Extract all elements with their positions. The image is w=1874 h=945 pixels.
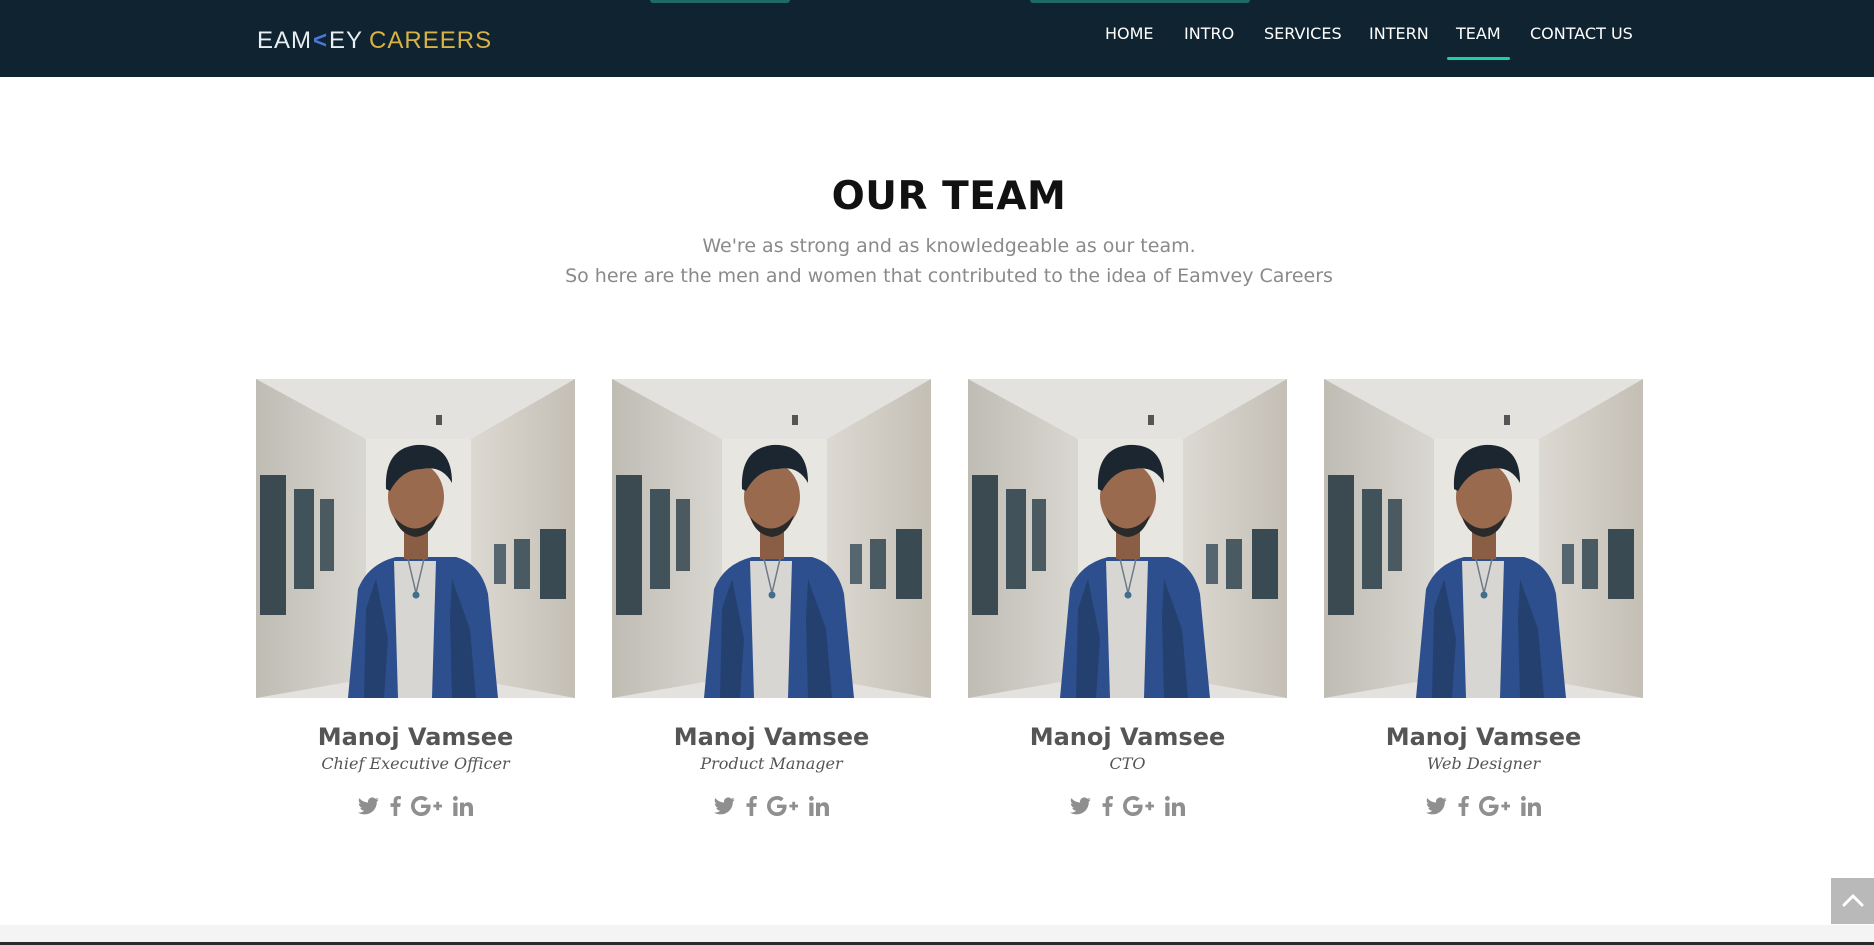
logo-text: EA [257,27,292,54]
top-navbar: EA M < EY CAREERS HOME INTRO SERVICES IN… [0,0,1874,77]
team-member-photo [256,379,575,698]
team-member-name: Manoj Vamsee [1385,723,1582,751]
team-member-role: Chief Executive Officer [321,754,510,773]
section-subtitle: So here are the men and women that contr… [565,265,1333,287]
team-member-name: Manoj Vamsee [1029,723,1226,751]
team-member-role: Web Designer [1426,754,1541,773]
nav-intro[interactable]: INTRO [1184,24,1234,48]
scroll-to-top-button[interactable] [1831,878,1874,924]
social-links [256,793,575,819]
chevron-up-icon [1842,892,1864,911]
google-plus-icon[interactable] [767,793,799,819]
nav-contact-us[interactable]: CONTACT US [1530,24,1633,48]
linkedin-icon[interactable] [1163,793,1187,819]
twitter-icon[interactable] [357,793,381,819]
brand-logo[interactable]: EA M < EY CAREERS [257,25,492,57]
twitter-icon[interactable] [1069,793,1093,819]
team-member-name: Manoj Vamsee [673,723,870,751]
logo-mark: M [291,27,313,54]
nav-intern[interactable]: INTERN [1369,24,1429,48]
linkedin-icon[interactable] [451,793,475,819]
team-member-photo [968,379,1287,698]
nav-team[interactable]: TEAM [1447,24,1510,60]
team-member-photo [612,379,931,698]
twitter-icon[interactable] [1425,793,1449,819]
nav-home[interactable]: HOME [1105,24,1154,48]
logo-careers-text: CAREERS [369,27,493,54]
logo-chevron-icon: < [313,27,329,54]
social-links [1324,793,1643,819]
social-links [612,793,931,819]
linkedin-icon[interactable] [807,793,831,819]
facebook-icon[interactable] [389,793,403,819]
navbar-accent-glow [650,0,790,3]
footer-strip [0,925,1874,945]
nav-services[interactable]: SERVICES [1264,24,1342,48]
team-member-name: Manoj Vamsee [317,723,514,751]
facebook-icon[interactable] [1457,793,1471,819]
team-member-photo [1324,379,1643,698]
linkedin-icon[interactable] [1519,793,1543,819]
section-title: OUR TEAM [831,174,1067,219]
facebook-icon[interactable] [1101,793,1115,819]
google-plus-icon[interactable] [1123,793,1155,819]
twitter-icon[interactable] [713,793,737,819]
google-plus-icon[interactable] [411,793,443,819]
navbar-accent-glow [1030,0,1250,3]
social-links [968,793,1287,819]
team-member-role: Product Manager [700,754,843,773]
facebook-icon[interactable] [745,793,759,819]
section-subtitle: We're as strong and as knowledgeable as … [702,235,1196,257]
google-plus-icon[interactable] [1479,793,1511,819]
team-member-role: CTO [1109,754,1146,773]
logo-text: EY [329,27,364,54]
